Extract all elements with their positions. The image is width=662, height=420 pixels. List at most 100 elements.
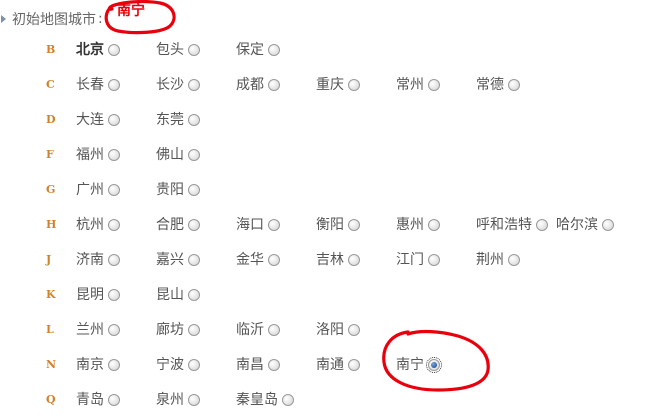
city-option[interactable]: 南昌 (236, 355, 280, 375)
city-option[interactable]: 济南 (76, 250, 120, 270)
city-radio[interactable] (508, 79, 520, 91)
city-name[interactable]: 兰州 (76, 320, 104, 340)
city-option[interactable]: 廊坊 (156, 320, 200, 340)
city-option[interactable]: 福州 (76, 145, 120, 165)
city-option[interactable]: 洛阳 (316, 320, 360, 340)
city-radio[interactable] (508, 254, 520, 266)
city-radio[interactable] (108, 219, 120, 231)
city-radio[interactable] (428, 219, 440, 231)
city-name[interactable]: 南通 (316, 355, 344, 375)
city-name[interactable]: 吉林 (316, 250, 344, 270)
city-radio[interactable] (268, 254, 280, 266)
city-radio[interactable] (188, 44, 200, 56)
city-option[interactable]: 昆明 (76, 285, 120, 305)
city-name[interactable]: 哈尔滨 (556, 215, 598, 235)
city-name[interactable]: 昆明 (76, 285, 104, 305)
city-option[interactable]: 佛山 (156, 145, 200, 165)
city-name[interactable]: 廊坊 (156, 320, 184, 340)
city-option[interactable]: 贵阳 (156, 180, 200, 200)
city-option[interactable]: 青岛 (76, 390, 120, 410)
city-name[interactable]: 包头 (156, 40, 184, 60)
city-radio[interactable] (188, 289, 200, 301)
city-name[interactable]: 嘉兴 (156, 250, 184, 270)
city-radio[interactable] (188, 79, 200, 91)
city-radio[interactable] (108, 254, 120, 266)
city-name[interactable]: 杭州 (76, 215, 104, 235)
city-radio[interactable] (188, 219, 200, 231)
city-option[interactable]: 南通 (316, 355, 360, 375)
city-radio[interactable] (348, 219, 360, 231)
city-name[interactable]: 江门 (396, 250, 424, 270)
city-radio[interactable] (268, 359, 280, 371)
city-name[interactable]: 呼和浩特 (476, 215, 532, 235)
city-name[interactable]: 泉州 (156, 390, 184, 410)
city-option[interactable]: 广州 (76, 180, 120, 200)
city-option[interactable]: 惠州 (396, 215, 440, 235)
city-radio-selected[interactable] (426, 357, 442, 373)
city-option[interactable]: 兰州 (76, 320, 120, 340)
city-radio[interactable] (188, 324, 200, 336)
city-option[interactable]: 昆山 (156, 285, 200, 305)
city-name[interactable]: 福州 (76, 145, 104, 165)
city-radio[interactable] (188, 114, 200, 126)
city-name[interactable]: 大连 (76, 110, 104, 130)
city-option[interactable]: 嘉兴 (156, 250, 200, 270)
city-name[interactable]: 南京 (76, 355, 104, 375)
city-name[interactable]: 北京 (76, 40, 104, 60)
city-radio[interactable] (428, 254, 440, 266)
city-name[interactable]: 惠州 (396, 215, 424, 235)
city-name[interactable]: 临沂 (236, 320, 264, 340)
city-option[interactable]: 大连 (76, 110, 120, 130)
city-name[interactable]: 海口 (236, 215, 264, 235)
city-name[interactable]: 洛阳 (316, 320, 344, 340)
city-option[interactable]: 杭州 (76, 215, 120, 235)
city-name[interactable]: 常州 (396, 75, 424, 95)
city-name[interactable]: 秦皇岛 (236, 390, 278, 410)
city-name[interactable]: 长沙 (156, 75, 184, 95)
city-option[interactable]: 常州 (396, 75, 440, 95)
city-name[interactable]: 荆州 (476, 250, 504, 270)
city-radio[interactable] (268, 79, 280, 91)
city-option[interactable]: 呼和浩特 (476, 215, 548, 235)
city-radio[interactable] (108, 394, 120, 406)
city-option[interactable]: 成都 (236, 75, 280, 95)
city-option[interactable]: 江门 (396, 250, 440, 270)
city-radio[interactable] (108, 359, 120, 371)
city-radio[interactable] (268, 219, 280, 231)
city-radio[interactable] (348, 254, 360, 266)
city-name[interactable]: 衡阳 (316, 215, 344, 235)
city-name[interactable]: 金华 (236, 250, 264, 270)
city-option[interactable]: 哈尔滨 (556, 215, 614, 235)
city-option[interactable]: 泉州 (156, 390, 200, 410)
city-radio[interactable] (188, 149, 200, 161)
city-name[interactable]: 济南 (76, 250, 104, 270)
city-option[interactable]: 常德 (476, 75, 520, 95)
city-radio[interactable] (108, 324, 120, 336)
city-option[interactable]: 东莞 (156, 110, 200, 130)
city-name[interactable]: 常德 (476, 75, 504, 95)
city-option[interactable]: 金华 (236, 250, 280, 270)
city-radio[interactable] (268, 324, 280, 336)
city-radio[interactable] (108, 114, 120, 126)
city-radio[interactable] (348, 359, 360, 371)
city-name[interactable]: 保定 (236, 40, 264, 60)
city-radio[interactable] (268, 44, 280, 56)
city-option[interactable]: 吉林 (316, 250, 360, 270)
city-radio[interactable] (602, 219, 614, 231)
city-name[interactable]: 南宁 (396, 355, 424, 375)
city-option[interactable]: 北京 (76, 40, 120, 60)
city-name[interactable]: 合肥 (156, 215, 184, 235)
city-option[interactable]: 衡阳 (316, 215, 360, 235)
city-option[interactable]: 长春 (76, 75, 120, 95)
city-option[interactable]: 海口 (236, 215, 280, 235)
city-option[interactable]: 秦皇岛 (236, 390, 294, 410)
city-radio[interactable] (108, 149, 120, 161)
city-radio[interactable] (188, 254, 200, 266)
city-radio[interactable] (428, 79, 440, 91)
city-name[interactable]: 南昌 (236, 355, 264, 375)
city-option[interactable]: 南京 (76, 355, 120, 375)
city-option[interactable]: 合肥 (156, 215, 200, 235)
city-name[interactable]: 宁波 (156, 355, 184, 375)
city-option[interactable]: 长沙 (156, 75, 200, 95)
city-name[interactable]: 贵阳 (156, 180, 184, 200)
